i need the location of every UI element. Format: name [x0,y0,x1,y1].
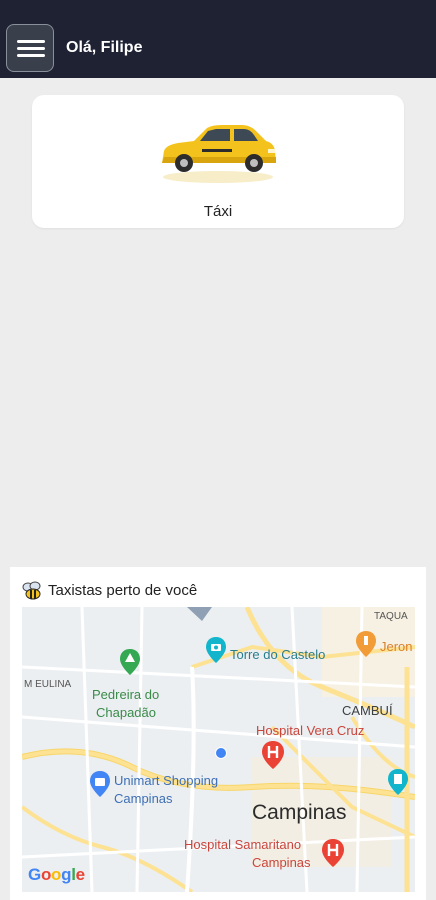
google-logo-letter: o [40,865,52,884]
greeting-text: Olá, Filipe [66,39,143,56]
bee-icon [22,581,41,600]
google-logo: Google [28,865,85,885]
map-view[interactable]: TAQUA Jeron Torre do Castelo M EULINA Pe… [22,607,415,892]
google-logo-letter: G [28,865,41,884]
map-label-eulina: M EULINA [24,679,72,690]
restaurant-pin-icon[interactable] [356,631,376,657]
map-label-pedreira-2: Chapadão [96,705,156,720]
current-location-dot [215,747,227,759]
google-logo-letter: e [75,865,85,884]
map-label-hospital-samaritano-1: Hospital Samaritano [184,837,302,852]
menu-icon-bar [17,47,45,50]
map-label-taquaral: TAQUA [374,611,408,622]
app-header: Olá, Filipe [0,0,436,78]
map-label-jeronimo: Jeron [380,639,413,654]
google-logo-letter: o [51,865,62,884]
nearby-drivers-card: Taxistas perto de você TAQUA Jeron Torre… [10,567,426,900]
map-label-unimart-2: Campinas [114,791,173,806]
map-label-unimart-1: Unimart Shopping [114,773,219,788]
map-label-torre-do-castelo: Torre do Castelo [230,647,326,662]
map-label-hospital-samaritano-2: Campinas [252,855,311,870]
service-label: Táxi [203,203,233,220]
taxi-car-icon [162,125,276,183]
shopping-pin-icon[interactable] [90,771,110,797]
hamburger-menu-button[interactable] [6,24,54,72]
map-label-cambui: CAMBUÍ [342,703,393,718]
map-label-pedreira-1: Pedreira do [92,687,160,702]
park-pin-icon[interactable] [120,649,140,675]
google-logo-letter: g [61,865,72,884]
map-label-city: Campinas [252,801,347,824]
attraction-pin-icon[interactable] [388,769,408,795]
hospital-pin-icon[interactable] [262,741,284,769]
nearby-drivers-title: Taxistas perto de você [48,582,198,599]
menu-icon-bar [17,54,45,57]
camera-pin-icon[interactable] [206,637,226,663]
hospital-pin-icon[interactable] [322,839,344,867]
menu-icon-bar [17,40,45,43]
service-card-taxi[interactable]: Táxi [32,95,404,228]
map-label-hospital-vera-cruz: Hospital Vera Cruz [256,723,365,738]
